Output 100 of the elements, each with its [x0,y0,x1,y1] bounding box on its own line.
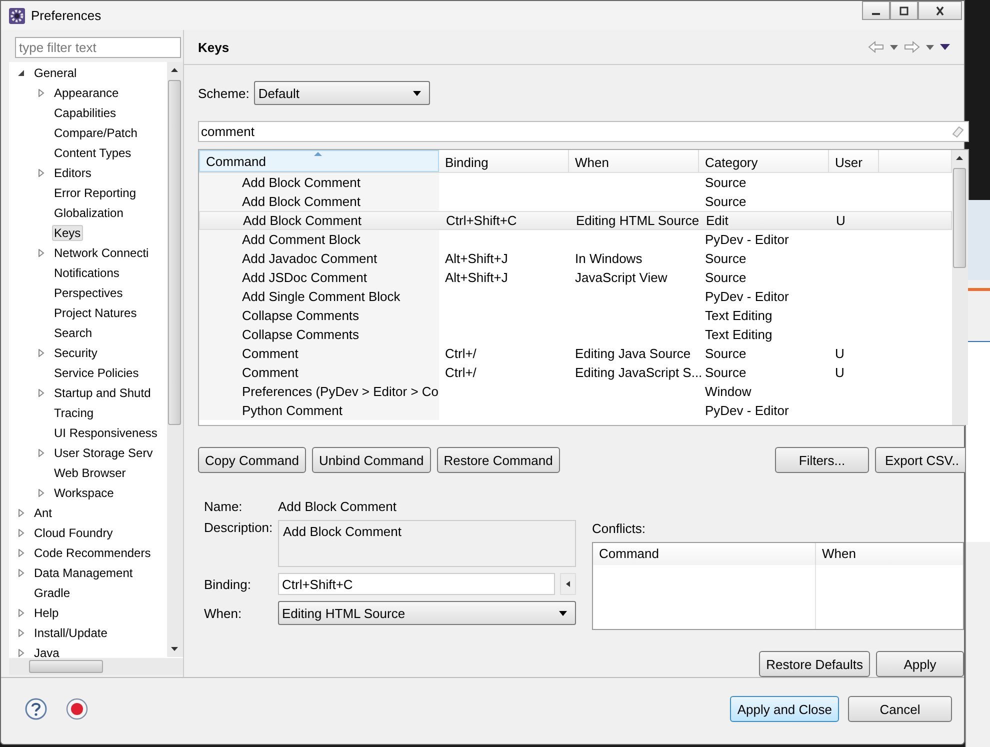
name-label: Name: [203,499,244,514]
horizontal-scrollbar[interactable] [9,658,183,675]
collapsed-arrow-icon[interactable] [17,629,25,637]
tree-item[interactable]: Data Management [32,565,135,581]
tree-item[interactable]: UI Responsiveness [52,425,160,441]
filter-field[interactable]: comment [198,121,969,142]
tree-item[interactable]: Error Reporting [52,185,138,201]
tree-item[interactable]: Startup and Shutd [52,385,153,401]
menu-arrow-button[interactable] [560,573,576,595]
tree-item[interactable]: Network Connecti [52,245,151,261]
tree-item[interactable]: Search [52,325,94,341]
table-row[interactable]: Add Block Comment Source [199,173,952,192]
collapsed-arrow-icon[interactable] [17,649,25,657]
table-row[interactable]: Collapse Comments Text Editing [199,306,952,325]
record-icon[interactable] [66,698,88,720]
action-button[interactable]: Restore Defaults [759,651,870,677]
tree-item[interactable]: Workspace [52,485,116,501]
column-header[interactable]: Command [199,150,439,172]
tree-item[interactable]: Editors [52,165,94,181]
collapsed-arrow-icon[interactable] [37,389,45,397]
column-header[interactable]: User [829,150,879,172]
action-button[interactable]: Apply [876,651,964,677]
scroll-up-icon[interactable] [171,68,178,72]
back-arrow-icon[interactable] [868,41,884,53]
expanded-arrow-icon[interactable] [17,69,25,77]
menu-icon[interactable] [940,44,950,50]
table-row[interactable]: Add Block Comment Source [199,192,952,211]
tree-item[interactable]: Compare/Patch [52,125,140,141]
table-row[interactable]: Collapse Comments Text Editing [199,325,952,344]
tree-item[interactable]: General [32,65,79,81]
tree-item[interactable]: Install/Update [32,625,110,641]
tree-item[interactable]: Ant [32,505,54,521]
action-button[interactable]: Restore Command [436,447,560,473]
table-row[interactable]: Comment Ctrl+/ Editing Java Source Source U [199,344,952,363]
help-icon[interactable] [25,698,47,720]
scroll-up-icon[interactable] [956,156,963,160]
tree-item[interactable]: Security [52,345,100,361]
collapsed-arrow-icon[interactable] [37,449,45,457]
tree-item[interactable]: Keys [52,225,83,241]
tree-item[interactable]: Gradle [32,585,72,601]
table-row[interactable]: Add Single Comment Block PyDev - Editor [199,287,952,306]
clear-icon[interactable] [952,126,964,138]
tree-item[interactable]: Capabilities [52,105,118,121]
table-row[interactable]: Add JSDoc Comment Alt+Shift+J JavaScript View Source [199,268,952,287]
collapsed-arrow-icon[interactable] [17,609,25,617]
collapsed-arrow-icon[interactable] [37,349,45,357]
minimize-button[interactable] [862,1,890,20]
collapsed-arrow-icon[interactable] [17,509,25,517]
collapsed-arrow-icon[interactable] [37,489,45,497]
table-cell: Window [705,384,752,399]
tree-item[interactable]: Notifications [52,265,122,281]
table-row[interactable]: Preferences (PyDev > Editor > Co Window [199,382,952,401]
collapsed-arrow-icon[interactable] [17,549,25,557]
scrollbar[interactable] [167,62,183,657]
table-row[interactable]: Add Comment Block PyDev - Editor [199,230,952,249]
dialog-button[interactable]: Cancel [848,696,952,722]
tree-item[interactable]: Help [32,605,61,621]
dialog-button[interactable]: Apply and Close [730,696,839,722]
collapsed-arrow-icon[interactable] [37,169,45,177]
action-button[interactable]: Filters... [775,447,869,473]
gear-icon [9,8,25,24]
when-dropdown[interactable]: Editing HTML Source [278,601,576,625]
tree-item[interactable]: Content Types [52,145,134,161]
table-row[interactable]: Comment Ctrl+/ Editing JavaScript S... Source U [199,363,952,382]
collapsed-arrow-icon[interactable] [37,89,45,97]
tree-item[interactable]: Code Recommenders [32,545,153,561]
column-header[interactable]: When [816,543,963,565]
forward-arrow-icon[interactable] [904,41,920,53]
action-button[interactable]: Copy Command [198,447,306,473]
table-row[interactable]: Add Javadoc Comment Alt+Shift+J In Windows Source [199,249,952,268]
tree-item[interactable]: Web Browser [52,465,128,481]
dropdown-icon[interactable] [926,44,934,50]
table-row[interactable]: Python Comment PyDev - Editor [199,401,952,420]
column-header[interactable]: Binding [439,150,569,172]
tree-item[interactable]: Cloud Foundry [32,525,115,541]
scheme-dropdown[interactable]: Default [254,81,430,105]
tree-item[interactable]: Perspectives [52,285,125,301]
filter-field[interactable]: type filter text [15,37,181,58]
tree-item[interactable]: Appearance [52,85,121,101]
tree-item[interactable]: Java [32,645,62,661]
scroll-down-icon[interactable] [171,647,178,651]
column-header[interactable]: Category [699,150,829,172]
action-button[interactable]: Unbind Command [312,447,431,473]
tree-item[interactable]: User Storage Serv [52,445,155,461]
scrollbar[interactable] [952,150,968,425]
binding-field[interactable]: Ctrl+Shift+C [278,573,555,595]
table-row[interactable]: Add Block Comment Ctrl+Shift+C Editing HTML Source Edit U [199,211,952,230]
collapsed-arrow-icon[interactable] [37,249,45,257]
tree-item[interactable]: Project Natures [52,305,139,321]
dropdown-icon[interactable] [890,44,898,50]
description-field[interactable]: Add Block Comment [278,520,576,567]
collapsed-arrow-icon[interactable] [17,529,25,537]
tree-item[interactable]: Tracing [52,405,96,421]
column-header[interactable]: When [569,150,699,172]
tree-item[interactable]: Globalization [52,205,126,221]
close-button[interactable] [918,1,962,20]
tree-item[interactable]: Service Policies [52,365,141,381]
collapsed-arrow-icon[interactable] [17,569,25,577]
maximize-button[interactable] [890,1,918,20]
column-header[interactable]: Command [593,543,816,565]
